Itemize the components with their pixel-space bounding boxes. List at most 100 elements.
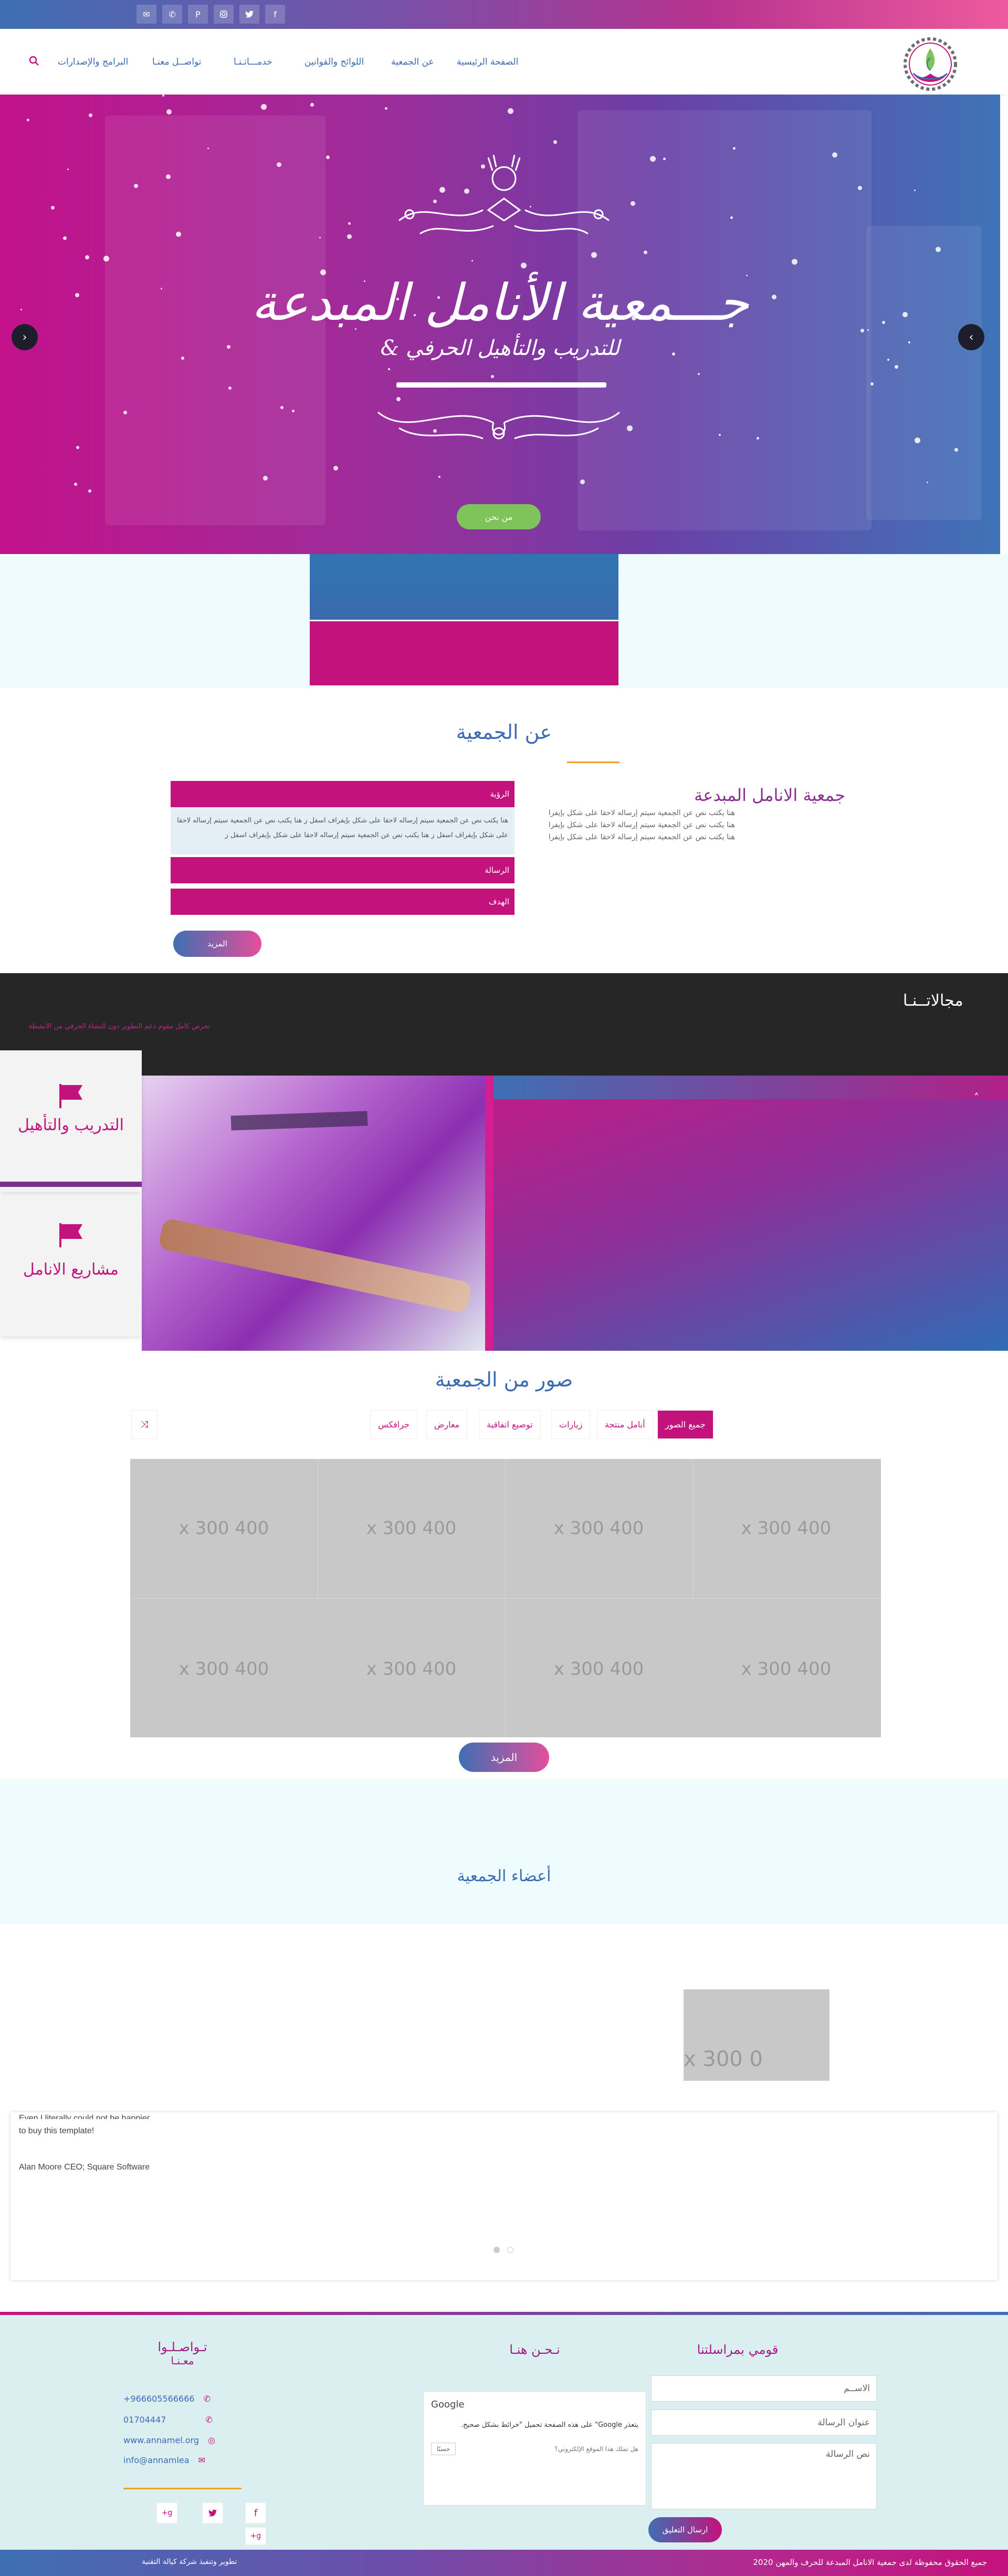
field-card-training[interactable]: التدريب والتأهيل — [0, 1050, 142, 1192]
twitter-icon[interactable] — [202, 2502, 223, 2523]
snow-dot — [730, 216, 733, 219]
nav-item-home[interactable]: الصفحة الرئيسية — [457, 57, 518, 67]
snow-dot — [927, 482, 928, 483]
gallery-image-placeholder[interactable]: 400 x 300 — [318, 1518, 505, 1539]
member-image-placeholder[interactable]: 0 x 300 — [684, 1989, 830, 2081]
snow-dot — [733, 147, 736, 150]
phone-icon[interactable]: ✆ — [162, 5, 182, 24]
accordion-vision-header[interactable]: الرؤية — [171, 781, 514, 807]
gallery-image-placeholder[interactable]: 400 x 300 — [130, 1518, 318, 1539]
snow-dot — [792, 259, 797, 265]
facebook-icon[interactable]: f — [265, 5, 285, 24]
nav-item-contact[interactable]: تواصــل معنـا — [152, 57, 202, 67]
testimonial-text: Even I literally could not be happier to… — [19, 2114, 176, 2137]
phone-icon: ✆ — [203, 2394, 211, 2404]
gallery-image-placeholder[interactable]: 400 x 300 — [692, 1659, 880, 1680]
gallery-grid: 400 x 300 400 x 300 400 x 300 400 x 300 … — [130, 1459, 881, 1737]
contact-info-title: تـواصـلـوا معـنـا — [123, 2340, 242, 2367]
site-logo[interactable] — [899, 33, 962, 93]
nav-item-services[interactable]: خدمـــاتـنـا — [234, 57, 272, 67]
snow-dot — [936, 247, 941, 252]
facebook-icon[interactable]: f — [245, 2502, 266, 2523]
email-icon[interactable]: ✉ — [136, 5, 156, 24]
subject-input[interactable]: عنوان الرسالة — [651, 2410, 877, 2436]
twitter-icon[interactable] — [239, 5, 259, 24]
snow-dot — [491, 375, 494, 378]
google-plus-icon[interactable]: g+ — [245, 2527, 266, 2545]
accordion-mission-header[interactable]: الرسالة — [171, 857, 514, 883]
snow-dot — [914, 190, 916, 191]
tab-exhibitions[interactable]: معارض — [426, 1410, 468, 1439]
fields-description: نحرص كامل مقوم دعم التطوير دون النشأة ال… — [28, 1023, 210, 1030]
gallery-image-placeholder[interactable]: 400 x 300 — [130, 1659, 318, 1680]
snow-dot — [85, 255, 89, 259]
contact-phone1[interactable]: +966605566666 ✆ — [123, 2394, 211, 2404]
chevron-left-icon[interactable]: ‹ — [12, 324, 38, 350]
google-label: Google — [431, 2399, 465, 2410]
about-section-title: عن الجمعية — [456, 721, 552, 744]
field-card-label: التدريب والتأهيل — [18, 1116, 124, 1134]
carousel-dot[interactable] — [507, 2247, 513, 2253]
snow-dot — [261, 104, 267, 110]
send-comment-button[interactable]: ارسال التعليق — [648, 2517, 722, 2542]
snow-dot — [162, 95, 164, 97]
contact-website[interactable]: www.annamel.org ◎ — [123, 2435, 215, 2445]
contact-title-line1: تـواصـلـوا — [158, 2340, 207, 2354]
snow-dot — [895, 365, 898, 369]
gallery-more-button[interactable]: المزيد — [459, 1743, 549, 1772]
snow-dot — [123, 411, 127, 414]
pinterest-icon[interactable]: P — [188, 5, 208, 24]
accordion-goal-header[interactable]: الهدف — [171, 889, 514, 915]
snow-dot — [67, 169, 69, 170]
accordion-vision-body: هنا يكتب نص عن الجمعية سيتم إرساله لاحقا… — [171, 807, 514, 854]
instagram-icon: ◎ — [208, 2435, 216, 2445]
carousel-dot[interactable] — [494, 2247, 500, 2253]
message-textarea[interactable]: نص الرسالة — [651, 2443, 877, 2509]
gallery-image-placeholder[interactable]: 400 x 300 — [692, 1518, 880, 1539]
shuffle-icon[interactable]: ⤨ — [131, 1410, 158, 1439]
name-input[interactable]: الاســم — [651, 2375, 877, 2402]
about-title-underline — [567, 762, 620, 763]
search-icon[interactable] — [29, 56, 39, 69]
map-ok-button[interactable]: حسنًا — [431, 2443, 456, 2455]
map-title: نـحـن هنـا — [509, 2342, 560, 2357]
snow-dot — [385, 107, 387, 110]
google-plus-icon[interactable]: g+ — [156, 2502, 177, 2523]
email-text: info@annamlea — [123, 2455, 190, 2465]
snow-dot — [348, 222, 351, 225]
field-card-projects[interactable]: مشاريع الانامل — [0, 1195, 142, 1337]
snow-dot — [832, 152, 837, 158]
snow-dot — [438, 476, 440, 478]
gallery-image-placeholder[interactable]: 400 x 300 — [318, 1659, 505, 1680]
testimonial-author: Alan Moore CEO; Square Software — [19, 2163, 150, 2172]
nav-item-about[interactable]: عن الجمعية — [391, 57, 434, 67]
tab-all-photos[interactable]: جميع الصور — [657, 1410, 713, 1439]
contact-phone2[interactable]: 01704447 ✆ — [123, 2415, 213, 2425]
gallery-title: صور من الجمعية — [435, 1368, 573, 1391]
map-embed[interactable]: Google يتعذر Google" على هذه الصفحة تحمي… — [423, 2391, 646, 2506]
tab-agreements[interactable]: توصيع اتفاقية — [479, 1410, 541, 1439]
snow-dot — [88, 489, 91, 493]
nav-item-regulations[interactable]: اللوائح والقوانين — [304, 57, 364, 67]
tab-visits[interactable]: زيارات — [551, 1410, 591, 1439]
snow-dot — [757, 437, 759, 440]
chevron-right-icon[interactable]: › — [958, 324, 984, 350]
about-more-button[interactable]: المزيد — [173, 931, 261, 957]
tab-productive-hands[interactable]: أنامل منتجة — [597, 1410, 653, 1439]
gallery-image-placeholder[interactable]: 400 x 300 — [505, 1659, 692, 1680]
snow-dot — [719, 434, 721, 436]
about-org-name: جمعية الانامل المبدعة — [694, 785, 845, 805]
snow-dot — [228, 387, 232, 390]
contact-email[interactable]: info@annamlea ✉ — [123, 2455, 205, 2465]
snow-dot — [631, 201, 635, 206]
chevron-up-icon[interactable]: ˄ — [966, 1087, 987, 1108]
hero-cta-button[interactable]: من نحن — [457, 504, 541, 529]
email-icon: ✉ — [198, 2455, 206, 2465]
instagram-icon[interactable] — [214, 5, 234, 24]
nav-item-programs[interactable]: البرامج والإصدارات — [58, 57, 128, 67]
member-placeholder-label: 0 x 300 — [684, 2047, 763, 2071]
tab-graphics[interactable]: جرافكس — [370, 1410, 418, 1439]
fields-gradient-panel — [494, 1076, 1008, 1351]
snow-dot — [280, 406, 284, 409]
gallery-image-placeholder[interactable]: 400 x 300 — [505, 1518, 692, 1539]
